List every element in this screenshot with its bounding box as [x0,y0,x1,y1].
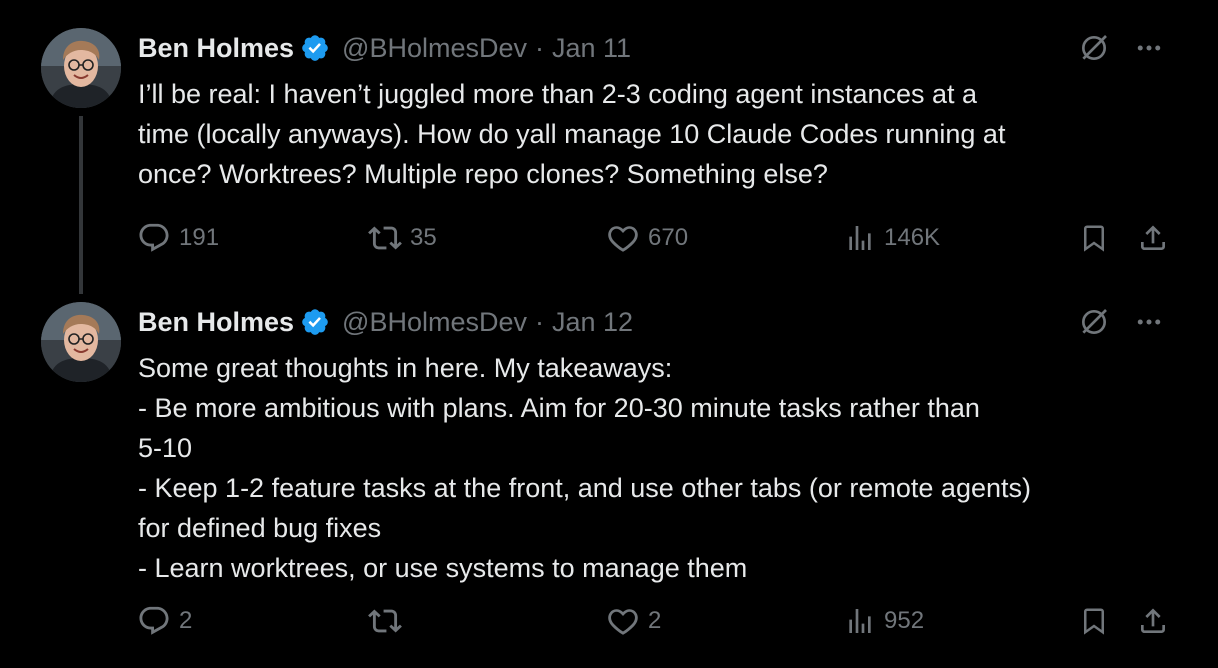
tweet-date[interactable]: Jan 11 [552,33,631,64]
bookmark-button[interactable] [1079,599,1109,643]
reply-button[interactable]: 2 [137,599,192,643]
bookmark-icon [1079,223,1109,253]
bookmark-icon [1079,606,1109,636]
views-button[interactable]: 146K [844,216,940,260]
tweet-actions: 2 2 952 [0,599,1218,643]
reply-button[interactable]: 191 [137,216,219,260]
tweet-header: Ben Holmes @BHolmesDev · Jan 11 [138,28,631,68]
separator-dot: · [535,32,544,63]
like-button[interactable]: 2 [606,599,661,643]
bookmark-button[interactable] [1079,216,1109,260]
views-icon [844,222,876,254]
repost-button[interactable]: 35 [368,216,437,260]
author-handle[interactable]: @BHolmesDev [342,33,527,64]
tweet-text-line: once? Worktrees? Multiple repo clones? S… [138,159,828,189]
tweet-text-line: - Be more ambitious with plans. Aim for … [138,393,980,423]
tweet-text-line: 5-10 [138,433,193,463]
reply-icon [137,221,171,255]
tweet-text: Some great thoughts in here. My takeaway… [138,348,1188,588]
tweet-text-line: - Learn worktrees, or use systems to man… [138,553,748,583]
tweet-header: Ben Holmes @BHolmesDev · Jan 12 [138,302,633,342]
tweet-1[interactable]: Ben Holmes @BHolmesDev · Jan 11 I’ll be … [0,0,1218,294]
like-icon [606,221,640,255]
grok-icon[interactable] [1078,306,1110,338]
tweet-actions: 191 35 670 146K [0,216,1218,260]
share-button[interactable] [1137,216,1169,260]
views-count: 952 [884,607,925,634]
author-handle[interactable]: @BHolmesDev [342,307,527,338]
repost-icon [368,604,402,638]
share-icon [1137,222,1169,254]
tweet-text-line: for defined bug fixes [138,513,382,543]
views-count: 146K [884,224,941,251]
more-icon[interactable] [1134,33,1164,63]
repost-button[interactable] [368,599,410,643]
repost-icon [368,221,402,255]
share-button[interactable] [1137,599,1169,643]
more-icon[interactable] [1134,307,1164,337]
grok-icon[interactable] [1078,32,1110,64]
avatar[interactable] [41,28,121,108]
tweet-date[interactable]: Jan 12 [552,307,633,338]
tweet-text-line: I’ll be real: I haven’t juggled more tha… [138,79,978,109]
verified-badge-icon [300,307,330,337]
like-count: 2 [648,607,662,634]
tweet-text: I’ll be real: I haven’t juggled more tha… [138,74,1188,194]
like-button[interactable]: 670 [606,216,688,260]
tweet-top-actions [1078,28,1164,68]
tweet-text-line: - Keep 1-2 feature tasks at the front, a… [138,473,1031,503]
verified-badge-icon [300,33,330,63]
tweet-top-actions [1078,302,1164,342]
tweet-text-line: Some great thoughts in here. My takeaway… [138,353,673,383]
separator-dot: · [535,306,544,337]
author-name[interactable]: Ben Holmes [138,33,294,64]
tweet-2[interactable]: Ben Holmes @BHolmesDev · Jan 12 Some gre… [0,290,1218,668]
share-icon [1137,605,1169,637]
repost-count: 35 [410,224,437,251]
views-icon [844,605,876,637]
like-icon [606,604,640,638]
reply-count: 191 [179,224,220,251]
author-name[interactable]: Ben Holmes [138,307,294,338]
thread-connector-line [79,116,83,294]
views-button[interactable]: 952 [844,599,924,643]
like-count: 670 [648,224,689,251]
reply-count: 2 [179,607,193,634]
tweet-text-line: time (locally anyways). How do yall mana… [138,119,1006,149]
reply-icon [137,604,171,638]
avatar[interactable] [41,302,121,382]
